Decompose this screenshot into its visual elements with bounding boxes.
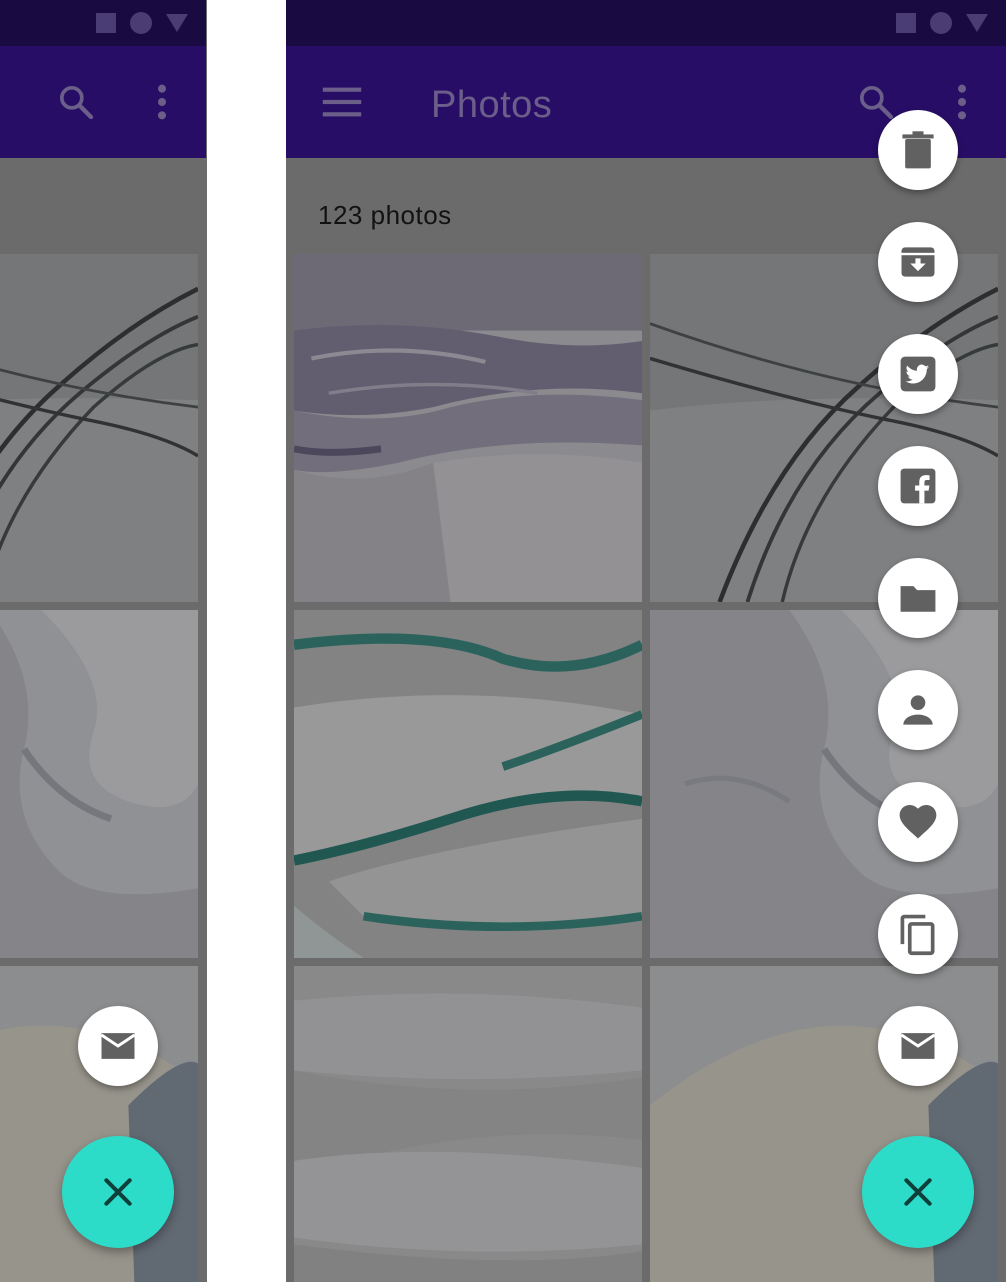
email-icon — [900, 1033, 936, 1059]
square-icon — [96, 13, 116, 33]
right-phone-screen: Photos 123 photos — [286, 0, 1006, 1282]
status-bar — [0, 0, 206, 46]
close-icon — [904, 1178, 932, 1206]
copy-icon — [900, 914, 935, 956]
photo-count: 123 photos — [318, 200, 452, 230]
triangle-icon — [966, 14, 988, 32]
triangle-icon — [166, 14, 188, 32]
archive-fab[interactable] — [878, 222, 958, 302]
facebook-fab[interactable] — [878, 446, 958, 526]
square-icon — [896, 13, 916, 33]
system-status-icons — [96, 12, 188, 34]
favorite-icon — [899, 804, 937, 839]
copy-fab[interactable] — [878, 894, 958, 974]
person-fab[interactable] — [878, 670, 958, 750]
circle-icon — [930, 12, 952, 34]
close-fab[interactable] — [62, 1136, 174, 1248]
more-vert-icon[interactable] — [956, 82, 968, 122]
email-icon — [100, 1033, 136, 1059]
search-icon[interactable] — [56, 82, 96, 122]
person-icon — [903, 695, 933, 725]
delete-icon — [902, 131, 934, 169]
archive-icon — [901, 247, 935, 277]
photo-tile[interactable] — [294, 610, 642, 958]
photo-tile[interactable] — [294, 254, 642, 602]
close-fab[interactable] — [862, 1136, 974, 1248]
status-bar — [286, 0, 1006, 46]
app-bar — [0, 46, 206, 158]
left-phone-screen — [0, 0, 207, 1282]
delete-fab[interactable] — [878, 110, 958, 190]
facebook-icon — [900, 468, 936, 504]
twitter-icon — [900, 356, 936, 392]
search-icon[interactable] — [856, 82, 896, 122]
page-title: Photos — [431, 84, 553, 126]
more-vert-icon[interactable] — [156, 82, 168, 122]
folder-icon — [900, 586, 936, 612]
email-fab[interactable] — [78, 1006, 158, 1086]
folder-fab[interactable] — [878, 558, 958, 638]
photo-tile[interactable] — [0, 254, 198, 602]
system-status-icons — [896, 12, 988, 34]
favorite-fab[interactable] — [878, 782, 958, 862]
email-fab[interactable] — [878, 1006, 958, 1086]
photo-tile[interactable] — [0, 610, 198, 958]
photo-tile[interactable] — [294, 966, 642, 1282]
circle-icon — [130, 12, 152, 34]
menu-icon[interactable] — [322, 86, 362, 118]
close-icon — [104, 1178, 132, 1206]
twitter-fab[interactable] — [878, 334, 958, 414]
photo-tile[interactable] — [650, 254, 998, 602]
